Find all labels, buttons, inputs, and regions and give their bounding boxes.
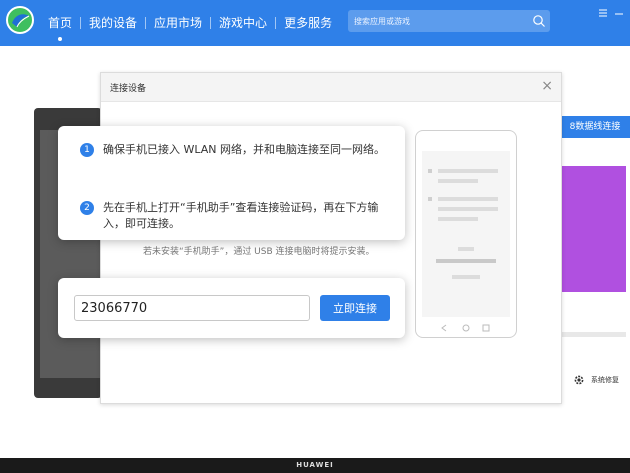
phone-line	[458, 247, 474, 251]
step-number-badge: 1	[80, 143, 94, 157]
phone-nav-icons	[441, 324, 490, 332]
instruction-card: 1 确保手机已接入 WLAN 网络，并和电脑连接至同一网络。 2 先在手机上打开…	[58, 126, 405, 240]
search-box	[348, 10, 550, 32]
phone-line	[438, 207, 498, 211]
brand-label: HUAWEI	[296, 461, 334, 469]
verification-code-card: 立即连接	[58, 278, 405, 338]
step-text: 确保手机已接入 WLAN 网络，并和电脑连接至同一网络。	[103, 143, 386, 156]
close-icon[interactable]: ×	[541, 79, 553, 93]
phone-screen	[422, 151, 510, 317]
nav-game-center[interactable]: 游戏中心	[211, 14, 275, 31]
dialog-header: 连接设备 ×	[101, 73, 561, 102]
phone-line	[438, 169, 498, 173]
footer-bar: HUAWEI	[0, 458, 630, 473]
promo-banner	[560, 166, 626, 292]
usb-connect-button[interactable]: 8数据线连接	[560, 116, 630, 138]
phone-line	[452, 275, 480, 279]
nav-app-market[interactable]: 应用市场	[146, 14, 210, 31]
step-number-badge: 2	[80, 201, 94, 215]
gear-icon	[574, 375, 584, 385]
step-item: 2 先在手机上打开“手机助手”查看连接验证码，再在下方输入，即可连接。	[80, 200, 391, 232]
system-repair[interactable]: 系统修复	[573, 374, 619, 386]
phone-dot	[428, 197, 432, 201]
dialog-title: 连接设备	[110, 84, 147, 94]
progress-track	[560, 332, 626, 337]
logo-leaf-icon	[12, 14, 30, 28]
main-nav: 首页 我的设备 应用市场 游戏中心 更多服务	[40, 14, 340, 41]
phone-dot	[428, 169, 432, 173]
system-repair-label: 系统修复	[591, 376, 619, 384]
app-logo	[6, 6, 34, 34]
phone-line	[438, 217, 478, 221]
install-note: 若未安装“手机助手”，通过 USB 连接电脑时将提示安装。	[143, 247, 375, 257]
phone-illustration	[415, 130, 517, 338]
search-icon[interactable]	[532, 13, 546, 32]
search-input[interactable]	[348, 10, 528, 32]
step-text: 先在手机上打开“手机助手”查看连接验证码，再在下方输入，即可连接。	[103, 201, 379, 230]
minimize-icon[interactable]	[614, 4, 624, 23]
verification-code-input[interactable]	[74, 295, 310, 321]
top-bar: 首页 我的设备 应用市场 游戏中心 更多服务	[0, 0, 630, 46]
step-item: 1 确保手机已接入 WLAN 网络，并和电脑连接至同一网络。	[80, 142, 391, 158]
nav-home[interactable]: 首页	[40, 14, 80, 41]
nav-more-services[interactable]: 更多服务	[276, 14, 340, 31]
menu-icon[interactable]	[598, 3, 608, 22]
nav-my-devices[interactable]: 我的设备	[81, 14, 145, 31]
phone-line	[438, 197, 498, 201]
phone-line	[438, 179, 478, 183]
phone-code-placeholder	[436, 259, 496, 263]
connect-now-button[interactable]: 立即连接	[320, 295, 390, 321]
